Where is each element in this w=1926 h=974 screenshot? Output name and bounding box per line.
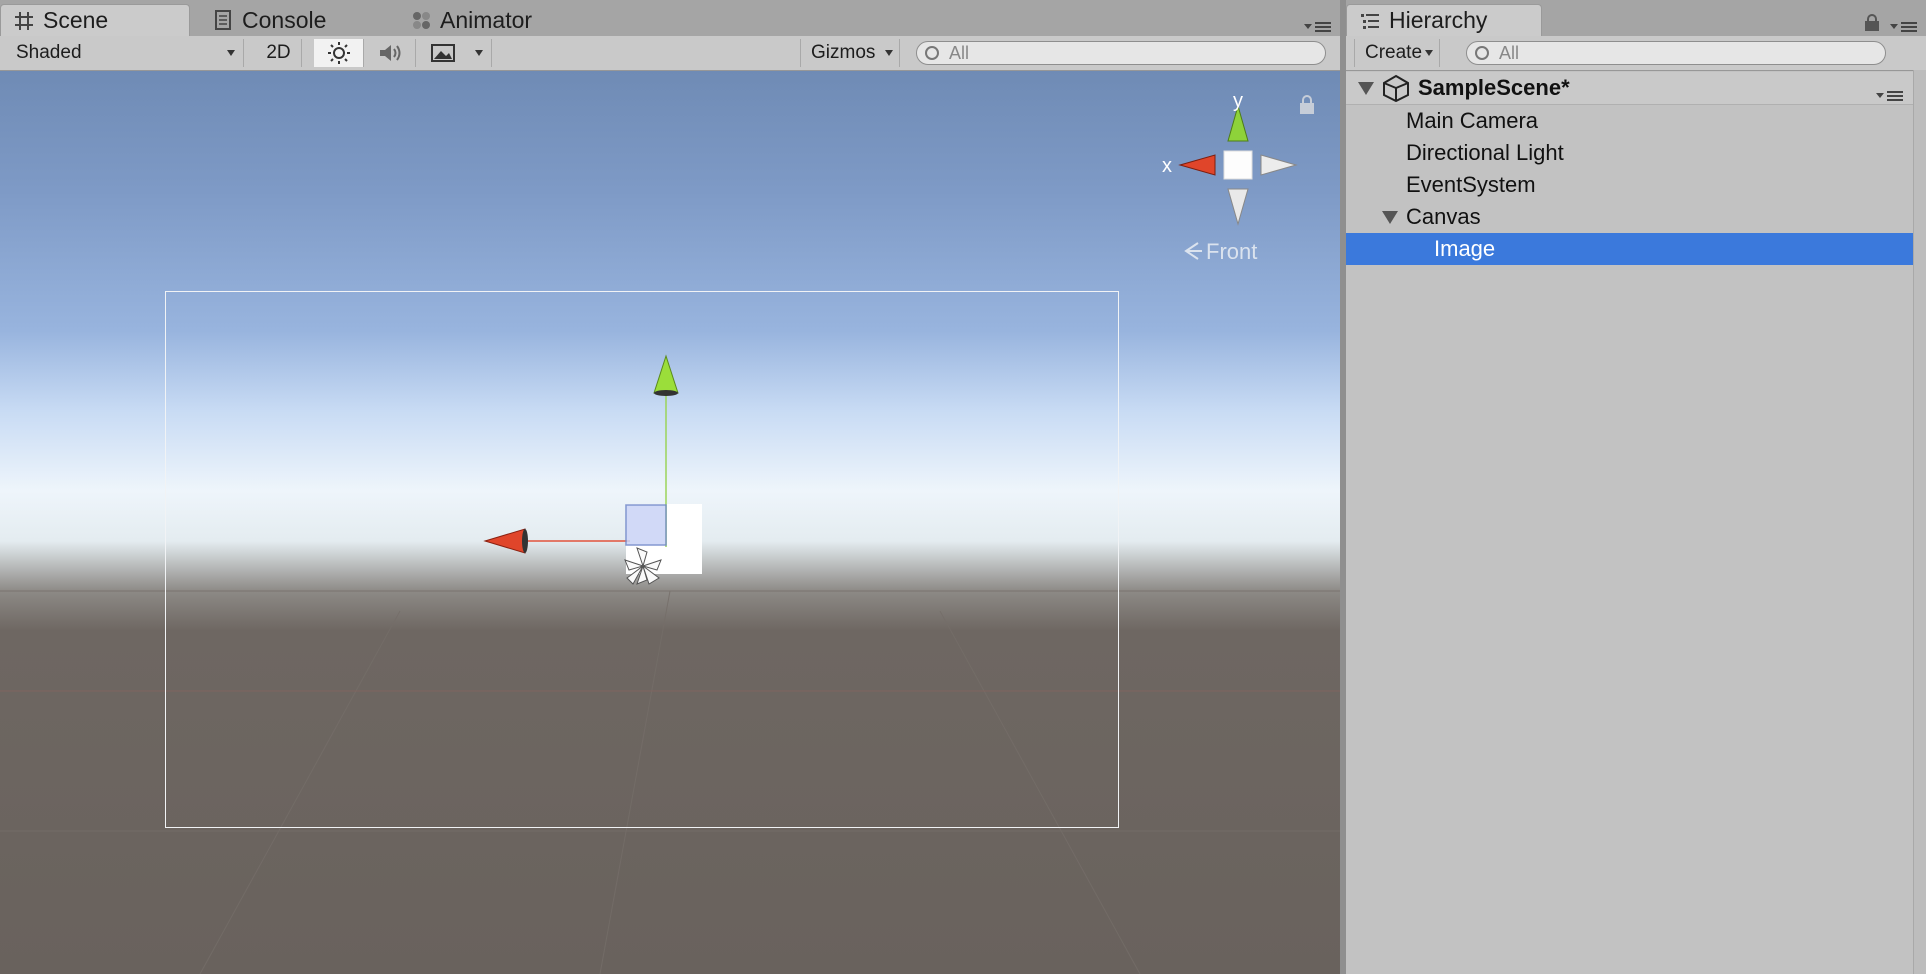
scene-search-text: All <box>949 42 970 63</box>
hierarchy-scrollbar[interactable] <box>1913 70 1926 974</box>
tab-hierarchy[interactable]: Hierarchy <box>1346 4 1542 36</box>
neg-x-cone-icon[interactable] <box>1260 154 1298 176</box>
move-tool-gizmo[interactable] <box>480 351 740 661</box>
search-icon <box>925 46 939 60</box>
chevron-down-icon <box>475 50 483 56</box>
center-cube-icon[interactable] <box>1223 150 1253 180</box>
view-label: Front <box>1206 239 1257 264</box>
hierarchy-item-main-camera[interactable]: Main Camera <box>1346 105 1914 137</box>
y-axis-arrow-icon[interactable] <box>653 354 679 394</box>
speaker-icon <box>379 45 400 61</box>
list-icon <box>1359 10 1381 32</box>
2d-toggle-label: 2D <box>266 42 291 63</box>
foldout-arrow-icon[interactable] <box>1358 81 1374 95</box>
scene-tab-bar: Scene Console Animator <box>0 0 1340 37</box>
scene-name: SampleScene* <box>1418 75 1570 100</box>
tab-scene-label: Scene <box>43 7 109 33</box>
x-axis-label: x <box>1162 155 1172 177</box>
hierarchy-item-label: EventSystem <box>1406 172 1536 197</box>
gizmos-label: Gizmos <box>811 42 876 63</box>
foldout-arrow-icon[interactable] <box>1382 210 1398 224</box>
hierarchy-item-image[interactable]: Image <box>1346 233 1914 265</box>
hierarchy-item-directional-light[interactable]: Directional Light <box>1346 137 1914 169</box>
hierarchy-item-label: Main Camera <box>1406 108 1539 133</box>
orientation-gizmo[interactable]: y x Front <box>1150 91 1310 311</box>
tab-console-label: Console <box>242 6 327 33</box>
shading-mode-dropdown[interactable]: Shaded <box>4 39 244 67</box>
unity-scene-icon <box>1383 74 1409 102</box>
grid-icon <box>13 10 35 32</box>
hierarchy-item-label: Directional Light <box>1406 140 1564 165</box>
hierarchy-item-eventsystem[interactable]: EventSystem <box>1346 169 1914 201</box>
scene-toolbar: Shaded 2D Gizmos All <box>0 36 1340 71</box>
neg-y-cone-icon[interactable] <box>1227 188 1249 226</box>
scene-search-input[interactable]: All <box>916 41 1326 65</box>
hierarchy-item-label: Image <box>1434 236 1496 261</box>
effects-toggle-button[interactable] <box>420 39 466 67</box>
2d-toggle-button[interactable]: 2D <box>256 39 302 67</box>
chevron-down-icon <box>885 50 893 56</box>
lock-icon[interactable] <box>1864 14 1880 32</box>
image-effects-icon <box>431 44 455 62</box>
scene-viewport[interactable]: y x Front <box>0 71 1340 974</box>
x-cone-icon[interactable] <box>1178 154 1216 176</box>
tab-scene[interactable]: Scene <box>0 4 190 36</box>
hierarchy-tab-bar: Hierarchy <box>1346 0 1926 37</box>
tab-hierarchy-label: Hierarchy <box>1389 7 1488 33</box>
tab-console[interactable]: Console <box>200 4 390 36</box>
hierarchy-item-canvas[interactable]: Canvas <box>1346 201 1914 233</box>
tab-animator[interactable]: Animator <box>398 4 608 36</box>
sun-icon <box>327 42 350 64</box>
lock-icon[interactable] <box>1298 95 1316 115</box>
chevron-down-icon <box>227 50 235 56</box>
search-icon <box>1475 46 1489 60</box>
create-label: Create <box>1365 42 1423 63</box>
hierarchy-search-input[interactable]: All <box>1466 41 1886 65</box>
hierarchy-panel: Hierarchy Create All SampleScene* Main C… <box>1346 0 1926 974</box>
effects-dropdown-button[interactable] <box>466 39 492 67</box>
xy-plane-handle[interactable] <box>625 504 667 546</box>
pivot-light-icon <box>624 547 662 585</box>
create-dropdown[interactable]: Create <box>1354 39 1440 67</box>
console-icon <box>212 9 234 31</box>
scene-root-row[interactable]: SampleScene* <box>1346 72 1914 105</box>
scene-panel: Scene Console Animator Shaded 2D Gizmos … <box>0 0 1340 974</box>
chevron-down-icon <box>1425 50 1433 56</box>
audio-toggle-button[interactable] <box>366 39 416 67</box>
lighting-toggle-button[interactable] <box>314 39 364 67</box>
x-axis-arrow-icon[interactable] <box>483 528 526 554</box>
gizmos-dropdown[interactable]: Gizmos <box>800 39 900 67</box>
y-axis-label: y <box>1233 91 1243 112</box>
hierarchy-toolbar: Create All <box>1346 36 1926 71</box>
shading-mode-label: Shaded <box>16 42 82 63</box>
tab-animator-label: Animator <box>440 6 533 33</box>
hierarchy-search-text: All <box>1499 42 1520 63</box>
hierarchy-item-label: Canvas <box>1406 204 1481 229</box>
animator-icon <box>410 9 432 31</box>
